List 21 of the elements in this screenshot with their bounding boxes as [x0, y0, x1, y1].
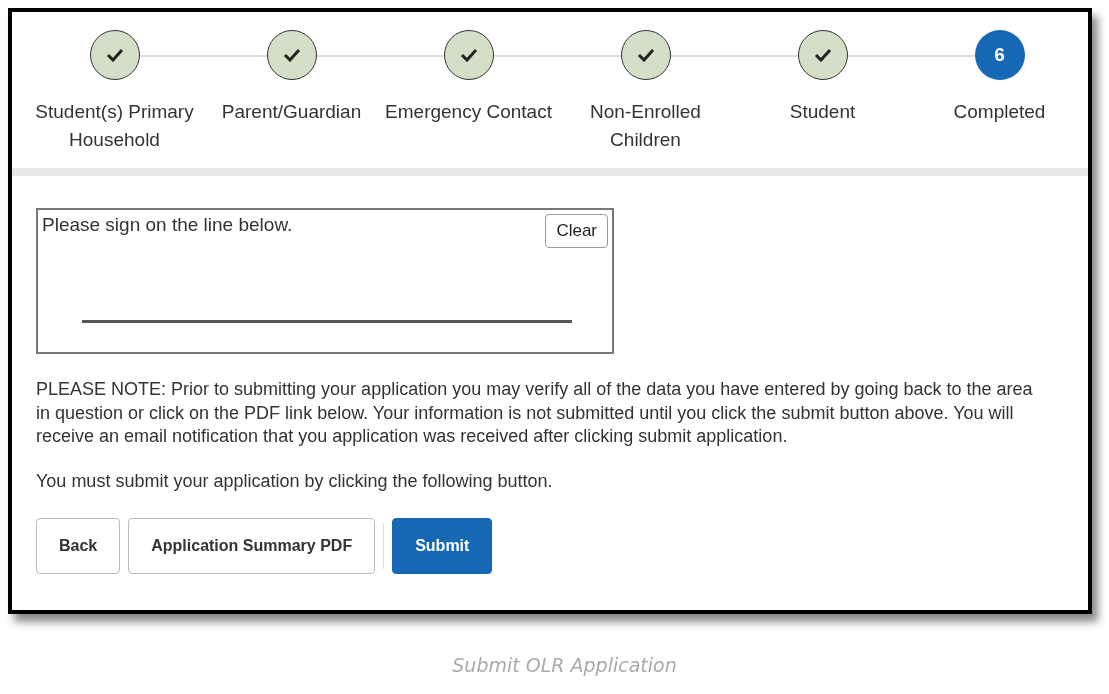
check-icon	[459, 48, 478, 62]
submit-button[interactable]: Submit	[392, 517, 493, 574]
action-button[interactable]: Back	[36, 517, 121, 574]
step-label: Student(s) Primary Household	[34, 100, 195, 152]
note-text: PLEASE NOTE: Prior to submitting your application you may verify all of the data you have entered by going back to the area in question or click on the PDF link below. Your information is not submitted until you click the submit button above. You will receive an email notification that you application was received after clicking submit application.	[36, 378, 1034, 448]
caption: Submit OLR Application	[452, 654, 677, 676]
step-label: Non-Enrolled Children	[589, 100, 702, 152]
check-icon	[282, 48, 301, 62]
step-label: Student	[789, 100, 856, 124]
check-icon	[813, 48, 832, 62]
step-number: 6	[994, 44, 1005, 66]
signature-pad[interactable]: Please sign on the line below. Clear	[36, 208, 614, 354]
step-label: Emergency Contact	[385, 100, 552, 124]
signature-prompt: Please sign on the line below.	[42, 214, 293, 237]
instruction-text: You must submit your application by clicking the following button.	[36, 470, 554, 492]
step-label: Parent/Guardian	[221, 100, 362, 124]
step-label: Completed	[953, 100, 1046, 124]
check-icon	[105, 48, 124, 62]
check-icon	[636, 48, 655, 62]
clear-button[interactable]: Clear	[545, 214, 608, 248]
action-button[interactable]: Application Summary PDF	[128, 517, 376, 574]
